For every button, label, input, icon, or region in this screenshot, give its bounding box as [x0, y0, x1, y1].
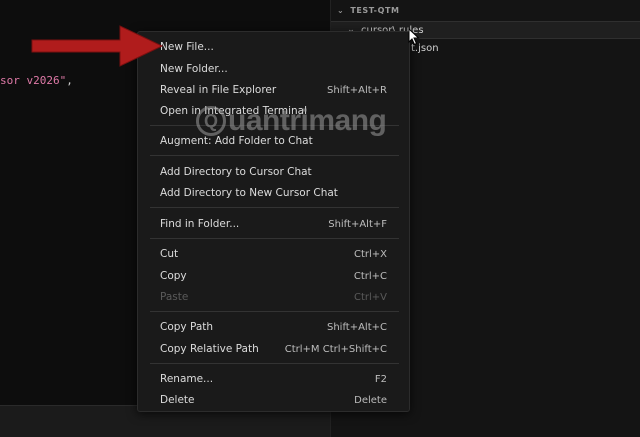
menu-item-shortcut: Ctrl+V — [353, 291, 387, 303]
menu-item-shortcut: Shift+Alt+C — [326, 321, 387, 333]
menu-item-label: Delete — [160, 394, 195, 406]
menu-item-label: Copy Relative Path — [160, 343, 259, 355]
mouse-pointer-icon — [408, 28, 420, 46]
menu-item-augment-add-folder[interactable]: Augment: Add Folder to Chat — [138, 131, 411, 151]
menu-item-new-folder[interactable]: New Folder... — [138, 59, 411, 79]
menu-item-shortcut: Shift+Alt+F — [328, 218, 387, 230]
menu-item-copy-relative-path[interactable]: Copy Relative Path Ctrl+M Ctrl+Shift+C — [138, 339, 411, 359]
menu-item-shortcut: Ctrl+X — [353, 248, 387, 260]
menu-item-label: Copy — [160, 270, 187, 282]
menu-item-label: Add Directory to New Cursor Chat — [160, 187, 338, 199]
menu-item-label: Paste — [160, 291, 189, 303]
menu-separator — [150, 125, 399, 126]
menu-separator — [150, 311, 399, 312]
menu-item-label: Find in Folder... — [160, 218, 240, 230]
menu-item-shortcut: F2 — [374, 373, 387, 385]
menu-item-label: Copy Path — [160, 321, 214, 333]
code-string: sor v2026" — [0, 74, 67, 87]
menu-item-add-to-cursor-chat[interactable]: Add Directory to Cursor Chat — [138, 162, 411, 182]
menu-separator — [150, 155, 399, 156]
red-arrow-icon — [31, 25, 164, 67]
code-line: sor v2026", — [0, 74, 73, 87]
menu-item-add-to-new-cursor-chat[interactable]: Add Directory to New Cursor Chat — [138, 183, 411, 203]
workspace-title: TEST-QTM — [350, 5, 400, 15]
menu-item-label: Augment: Add Folder to Chat — [160, 135, 313, 147]
menu-item-label: New File... — [160, 41, 214, 53]
workspace-header[interactable]: ⌄ TEST-QTM — [331, 0, 640, 20]
code-punctuation: , — [66, 74, 73, 87]
menu-separator — [150, 363, 399, 364]
menu-item-shortcut: Shift+Alt+R — [327, 84, 387, 96]
chevron-down-icon: ⌄ — [337, 5, 345, 15]
menu-item-rename[interactable]: Rename... F2 — [138, 369, 411, 389]
menu-item-label: Reveal in File Explorer — [160, 84, 277, 96]
menu-item-cut[interactable]: Cut Ctrl+X — [138, 244, 411, 264]
menu-item-shortcut: Delete — [354, 394, 387, 406]
menu-item-copy[interactable]: Copy Ctrl+C — [138, 266, 411, 286]
menu-item-reveal-in-explorer[interactable]: Reveal in File Explorer Shift+Alt+R — [138, 80, 411, 100]
menu-item-label: Rename... — [160, 373, 214, 385]
menu-item-find-in-folder[interactable]: Find in Folder... Shift+Alt+F — [138, 214, 411, 234]
menu-item-label: Open in Integrated Terminal — [160, 105, 307, 117]
menu-separator — [150, 207, 399, 208]
menu-item-open-terminal[interactable]: Open in Integrated Terminal — [138, 101, 411, 121]
menu-separator — [150, 238, 399, 239]
menu-item-paste: Paste Ctrl+V — [138, 287, 411, 307]
menu-item-shortcut: Ctrl+M Ctrl+Shift+C — [284, 343, 387, 355]
menu-item-label: Add Directory to Cursor Chat — [160, 166, 312, 178]
menu-item-new-file[interactable]: New File... — [138, 37, 411, 57]
menu-item-label: Cut — [160, 248, 179, 260]
menu-item-shortcut: Ctrl+C — [353, 270, 387, 282]
context-menu: New File... New Folder... Reveal in File… — [137, 31, 410, 412]
menu-item-label: New Folder... — [160, 63, 228, 75]
screen: sor v2026", ⌄ TEST-QTM ⌄ cursor\ rules t… — [0, 0, 640, 437]
menu-item-delete[interactable]: Delete Delete — [138, 390, 411, 410]
menu-item-copy-path[interactable]: Copy Path Shift+Alt+C — [138, 317, 411, 337]
